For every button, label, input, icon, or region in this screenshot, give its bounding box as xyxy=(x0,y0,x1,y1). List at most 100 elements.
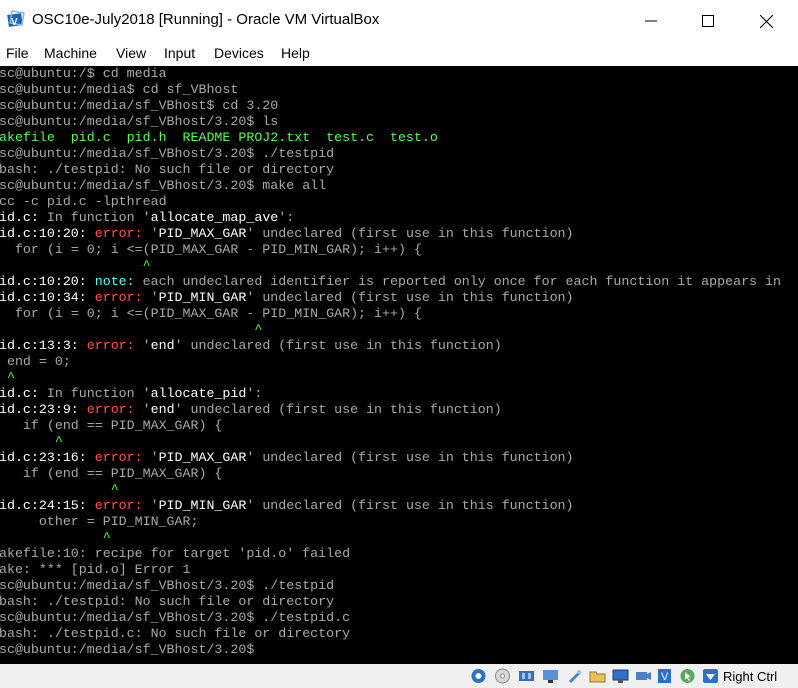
terminal-line: gcc -c pid.c -lpthread xyxy=(0,194,167,210)
terminal-line: pid.c: In function 'allocate_map_ave': xyxy=(0,210,294,226)
display-icon[interactable] xyxy=(612,668,629,684)
terminal-text-segment: if (end == PID_MAX_GAR) { xyxy=(0,418,223,433)
terminal-text-segment: pid.c: xyxy=(0,386,39,401)
terminal-text-segment: PID_MAX_GAR xyxy=(158,450,247,465)
minimize-button[interactable] xyxy=(628,0,674,42)
terminal-text-segment: ' xyxy=(150,450,159,465)
terminal-text-segment: osc@ubuntu:/media/sf_VBhost/3.20$ ls xyxy=(0,114,279,129)
terminal-line: pid.c:24:15: error: 'PID_MIN_GAR' undecl… xyxy=(0,498,574,514)
terminal-text-segment: pid.c:10:20: xyxy=(0,274,95,289)
guest-console-screen[interactable]: osc@ubuntu:/$ cd media osc@ubuntu:/media$… xyxy=(0,66,798,664)
menu-file[interactable]: File xyxy=(6,45,29,61)
terminal-line: -bash: ./testpid: No such file or direct… xyxy=(0,162,334,178)
terminal-text-segment: PID_MIN_GAR xyxy=(158,290,247,305)
menu-machine[interactable]: Machine xyxy=(44,45,97,61)
terminal-line: if (end == PID_MAX_GAR) { xyxy=(0,466,223,482)
terminal-text-segment: pid.c:23:16: xyxy=(0,450,95,465)
menu-devices[interactable]: Devices xyxy=(214,45,264,61)
terminal-text-segment: osc@ubuntu:/media/sf_VBhost/3.20$ ./test… xyxy=(0,578,335,593)
terminal-text-segment: error: xyxy=(86,402,143,417)
keyboard-capture-icon[interactable] xyxy=(702,668,719,684)
terminal-text-segment: ' xyxy=(142,338,151,353)
menu-input[interactable]: Input xyxy=(164,45,195,61)
terminal-text-segment: each undeclared identifier is reported o… xyxy=(142,274,781,289)
terminal-line: ^ xyxy=(0,322,262,338)
terminal-line: for (i = 0; i <=(PID_MAX_GAR - PID_MIN_G… xyxy=(0,242,422,258)
terminal-line: osc@ubuntu:/media/sf_VBhost/3.20$ ./test… xyxy=(0,578,334,594)
menu-help[interactable]: Help xyxy=(281,45,310,61)
terminal-text-segment: pid.c:10:20: xyxy=(0,226,95,241)
terminal-line: end = 0; xyxy=(0,354,71,370)
mouse-integration-icon[interactable] xyxy=(679,668,696,684)
terminal-line: Makefile:10: recipe for target 'pid.o' f… xyxy=(0,546,350,562)
terminal-line: osc@ubuntu:/media/sf_VBhost/3.20$ ls xyxy=(0,114,278,130)
terminal-line: osc@ubuntu:/media/sf_VBhost/3.20$ make a… xyxy=(0,178,326,194)
terminal-text-segment: error: xyxy=(94,290,151,305)
terminal-text-segment: error: xyxy=(94,450,151,465)
terminal-line: ^ xyxy=(0,434,63,450)
terminal-line: ^ xyxy=(0,530,111,546)
audio-icon[interactable] xyxy=(518,668,535,684)
terminal-text-segment: ' undeclared (first use in this function… xyxy=(174,402,502,417)
network-icon[interactable] xyxy=(542,668,559,684)
terminal-text-segment: pid.c:13:3: xyxy=(0,338,87,353)
terminal-text-segment: ^ xyxy=(0,482,119,497)
terminal-line: if (end == PID_MAX_GAR) { xyxy=(0,418,223,434)
terminal-text-segment: Makefile:10: recipe for target 'pid.o' f… xyxy=(0,546,351,561)
video-capture-icon[interactable] xyxy=(635,668,652,684)
terminal-text-segment: osc@ubuntu:/media/sf_VBhost$ cd 3.20 xyxy=(0,98,279,113)
terminal-line: ^ xyxy=(0,258,151,274)
title-bar[interactable]: V OSC10e-July2018 [Running] - Oracle VM … xyxy=(0,0,798,42)
terminal-line: pid.c:13:3: error: 'end' undeclared (fir… xyxy=(0,338,502,354)
terminal-text-segment: PID_MAX_GAR xyxy=(158,226,247,241)
terminal-line: pid.c:10:20: error: 'PID_MAX_GAR' undecl… xyxy=(0,226,574,242)
terminal-text-segment: ^ xyxy=(54,434,63,449)
terminal-text-segment: for (i = 0; i <=(PID_MAX_GAR - PID_MIN_G… xyxy=(0,242,422,257)
close-icon xyxy=(759,14,773,28)
terminal-text-segment: error: xyxy=(94,226,151,241)
terminal-line: osc@ubuntu:/$ cd media xyxy=(0,66,167,82)
terminal-text-segment: ' undeclared (first use in this function… xyxy=(246,290,574,305)
terminal-line: -bash: ./testpid.c: No such file or dire… xyxy=(0,626,350,642)
virtualbox-logo-icon: V xyxy=(7,10,25,28)
terminal-text-segment: In function ' xyxy=(38,210,151,225)
host-key-label: Right Ctrl xyxy=(723,669,778,684)
terminal-text-segment: osc@ubuntu:/media/sf_VBhost/3.20$ ./test… xyxy=(0,146,335,161)
terminal-text-segment: osc@ubuntu:/media/sf_VBhost/3.20$ ./test… xyxy=(0,610,351,625)
terminal-text-segment: pid.c:10:34: xyxy=(0,290,95,305)
terminal-text-segment: -bash: ./testpid.c: No such file or dire… xyxy=(0,626,351,641)
maximize-button[interactable] xyxy=(685,0,731,42)
terminal-text-segment: PID_MIN_GAR xyxy=(158,498,247,513)
terminal-text-segment: In function ' xyxy=(38,386,151,401)
window-title: OSC10e-July2018 [Running] - Oracle VM Vi… xyxy=(32,11,380,28)
menu-bar: File Machine View Input Devices Help xyxy=(0,42,798,66)
terminal-text-segment: pid.c: xyxy=(0,210,39,225)
shared-folders-icon[interactable] xyxy=(589,668,606,684)
terminal-text-segment: error: xyxy=(86,338,143,353)
terminal-text-segment: for (i = 0; i <=(PID_MAX_GAR - PID_MIN_G… xyxy=(0,306,422,321)
terminal-text-segment: ' undeclared (first use in this function… xyxy=(246,226,574,241)
status-bar: V Right Ctrl xyxy=(0,664,798,688)
virtualization-icon[interactable]: V xyxy=(656,668,673,684)
terminal-text-segment: -bash: ./testpid: No such file or direct… xyxy=(0,594,335,609)
terminal-line: for (i = 0; i <=(PID_MAX_GAR - PID_MIN_G… xyxy=(0,306,422,322)
terminal-text-segment: osc@ubuntu:/media/sf_VBhost/3.20$ xyxy=(0,642,263,657)
close-button[interactable] xyxy=(743,0,789,42)
terminal-line: ^ xyxy=(0,370,15,386)
optical-drive-icon[interactable] xyxy=(494,668,511,684)
svg-text:V: V xyxy=(661,671,669,683)
terminal-line: pid.c:23:16: error: 'PID_MAX_GAR' undecl… xyxy=(0,450,574,466)
hard-disk-icon[interactable] xyxy=(470,668,487,684)
terminal-text-segment: osc@ubuntu:/media/sf_VBhost/3.20$ make a… xyxy=(0,178,327,193)
terminal-text-segment: allocate_map_ave xyxy=(150,210,279,225)
terminal-text-segment: ^ xyxy=(0,322,263,337)
usb-icon[interactable] xyxy=(566,668,583,684)
menu-view[interactable]: View xyxy=(116,45,146,61)
terminal-text-segment: ' xyxy=(150,498,159,513)
terminal-line: pid.c:23:9: error: 'end' undeclared (fir… xyxy=(0,402,502,418)
terminal-text-segment: pid.c:23:9: xyxy=(0,402,87,417)
terminal-text-segment: -bash: ./testpid: No such file or direct… xyxy=(0,162,335,177)
terminal-text-segment: error: xyxy=(94,498,151,513)
terminal-text-segment: ' xyxy=(142,402,151,417)
terminal-line: osc@ubuntu:/media/sf_VBhost/3.20$ ./test… xyxy=(0,610,350,626)
